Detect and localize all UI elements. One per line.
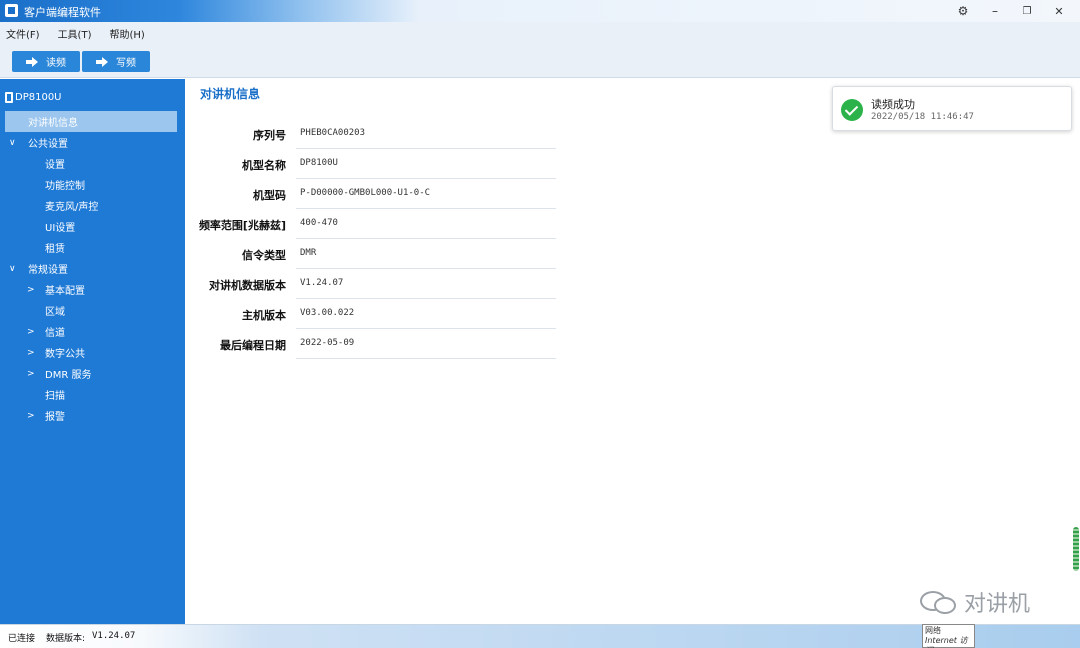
sidebar-item-label: 麦克风/声控 <box>45 202 99 213</box>
sidebar-item-channel[interactable]: 信道 <box>45 321 65 342</box>
sidebar-item-label: DMR 服务 <box>45 370 92 381</box>
network-popup-status: Internet 访问 <box>925 636 968 648</box>
close-button[interactable]: ✕ <box>1044 0 1074 22</box>
sidebar-item-label: 功能控制 <box>45 181 85 192</box>
write-button-label: 写频 <box>116 58 136 69</box>
success-toast: 读频成功 2022/05/18 11:46:47 <box>832 86 1072 131</box>
menu-bar: 文件(F) 工具(T) 帮助(H) <box>0 22 1080 44</box>
model-name-value: DP8100U <box>296 158 556 179</box>
serial-number-value: PHEB0CA00203 <box>296 128 556 149</box>
write-icon <box>96 56 108 67</box>
chevron-right-icon[interactable]: > <box>27 369 35 379</box>
status-bar: 已连接 数据版本: V1.24.07 <box>0 624 1080 648</box>
chevron-right-icon[interactable]: > <box>27 348 35 358</box>
device-name: DP8100U <box>15 92 62 103</box>
menu-help[interactable]: 帮助(H) <box>109 26 144 41</box>
sidebar-item-general-settings[interactable]: 常规设置 <box>28 258 68 279</box>
field-label: 频率范围[兆赫兹] <box>198 219 286 232</box>
info-row-model-name: 机型名称 DP8100U <box>196 149 556 179</box>
sidebar-item-label: 设置 <box>45 160 65 171</box>
status-data-version: V1.24.07 <box>92 631 136 641</box>
watermark-text: 对讲机 <box>964 592 1031 617</box>
network-popup: 网络 Internet 访问 <box>922 624 975 648</box>
info-row-signaling-type: 信令类型 DMR <box>196 239 556 269</box>
signaling-type-value: DMR <box>296 248 556 269</box>
restore-button[interactable]: ❐ <box>1012 0 1042 22</box>
watermark: 对讲机 <box>918 586 1030 618</box>
chevron-down-icon[interactable]: ∨ <box>9 138 16 148</box>
wechat-icon <box>918 589 958 615</box>
sidebar-item-mic-vox[interactable]: 麦克风/声控 <box>45 195 98 216</box>
minimize-button[interactable]: – <box>980 0 1010 22</box>
info-row-frequency-range: 频率范围[兆赫兹] 400-470 <box>196 209 556 239</box>
chevron-right-icon[interactable]: > <box>27 285 35 295</box>
title-bar: 客户端编程软件 ⚙ – ❐ ✕ <box>0 0 1080 22</box>
menu-file[interactable]: 文件(F) <box>6 26 40 41</box>
info-row-serial: 序列号 PHEB0CA00203 <box>196 119 556 149</box>
host-version-value: V03.00.022 <box>296 308 556 329</box>
sidebar-item-scan[interactable]: 扫描 <box>45 384 65 405</box>
read-button[interactable]: 读频 <box>12 51 80 72</box>
write-button[interactable]: 写频 <box>82 51 150 72</box>
sidebar-item-zone[interactable]: 区域 <box>45 300 65 321</box>
page-title: 对讲机信息 <box>200 87 261 101</box>
check-circle-icon <box>841 99 863 121</box>
sidebar-item-dmr-service[interactable]: DMR 服务 <box>45 363 91 384</box>
field-label: 机型名称 <box>242 159 286 172</box>
connection-status: 已连接 <box>8 634 36 644</box>
app-icon <box>5 4 18 17</box>
network-popup-title: 网络 <box>925 626 941 635</box>
radio-device-icon <box>5 92 13 103</box>
chevron-right-icon[interactable]: > <box>27 327 35 337</box>
sidebar-item-label: 区域 <box>45 307 65 318</box>
toolbar: 读频 写频 <box>0 44 1080 78</box>
info-row-data-version: 对讲机数据版本 V1.24.07 <box>196 269 556 299</box>
info-row-last-program-date: 最后编程日期 2022-05-09 <box>196 329 556 359</box>
sidebar-item-digital-common[interactable]: 数字公共 <box>45 342 85 363</box>
sidebar-item-ui-settings[interactable]: UI设置 <box>45 216 75 237</box>
sidebar-item-label: 租赁 <box>45 244 65 255</box>
sidebar-item-label: 对讲机信息 <box>28 118 78 129</box>
sidebar-item-label: 基本配置 <box>45 286 85 297</box>
frequency-range-value: 400-470 <box>296 218 556 239</box>
last-program-date-value: 2022-05-09 <box>296 338 556 359</box>
sidebar-item-settings[interactable]: 设置 <box>45 153 65 174</box>
sidebar-tree: DP8100U 对讲机信息 ∨ 公共设置 设置 功能控制 麦克风/声控 UI设置… <box>0 79 185 624</box>
sidebar-item-rental[interactable]: 租赁 <box>45 237 65 258</box>
settings-gear-icon[interactable]: ⚙ <box>948 0 978 22</box>
sidebar-item-label: 报警 <box>45 412 65 423</box>
toast-title: 读频成功 <box>871 98 915 111</box>
field-label: 最后编程日期 <box>220 339 286 352</box>
sidebar-item-label: 信道 <box>45 328 65 339</box>
read-icon <box>26 56 38 67</box>
read-button-label: 读频 <box>46 58 66 69</box>
data-version-label: 数据版本: <box>46 634 86 644</box>
sidebar-item-radio-info[interactable]: 对讲机信息 <box>5 111 177 132</box>
chevron-right-icon[interactable]: > <box>27 411 35 421</box>
field-label: 机型码 <box>253 189 286 202</box>
field-label: 信令类型 <box>242 249 286 262</box>
window-title: 客户端编程软件 <box>24 6 101 19</box>
sidebar-item-label: 公共设置 <box>28 139 68 150</box>
field-label: 对讲机数据版本 <box>209 279 286 292</box>
info-row-host-version: 主机版本 V03.00.022 <box>196 299 556 329</box>
chevron-down-icon[interactable]: ∨ <box>9 264 16 274</box>
scrollbar-indicator[interactable] <box>1073 527 1079 571</box>
data-version-value: V1.24.07 <box>296 278 556 299</box>
sidebar-item-alarm[interactable]: 报警 <box>45 405 65 426</box>
sidebar-item-label: 扫描 <box>45 391 65 402</box>
info-row-model-code: 机型码 P-D00000-GMB0L000-U1-0-C <box>196 179 556 209</box>
field-label: 序列号 <box>253 129 286 142</box>
sidebar-item-label: 常规设置 <box>28 265 68 276</box>
menu-tools[interactable]: 工具(T) <box>58 26 92 41</box>
sidebar-item-common-settings[interactable]: 公共设置 <box>28 132 68 153</box>
sidebar-item-basic-config[interactable]: 基本配置 <box>45 279 85 300</box>
device-node[interactable]: DP8100U <box>5 92 62 103</box>
field-label: 主机版本 <box>242 309 286 322</box>
sidebar-item-function-control[interactable]: 功能控制 <box>45 174 85 195</box>
toast-timestamp: 2022/05/18 11:46:47 <box>871 112 974 122</box>
sidebar-item-label: 数字公共 <box>45 349 85 360</box>
model-code-value: P-D00000-GMB0L000-U1-0-C <box>296 188 556 209</box>
sidebar-item-label: UI设置 <box>45 223 76 234</box>
